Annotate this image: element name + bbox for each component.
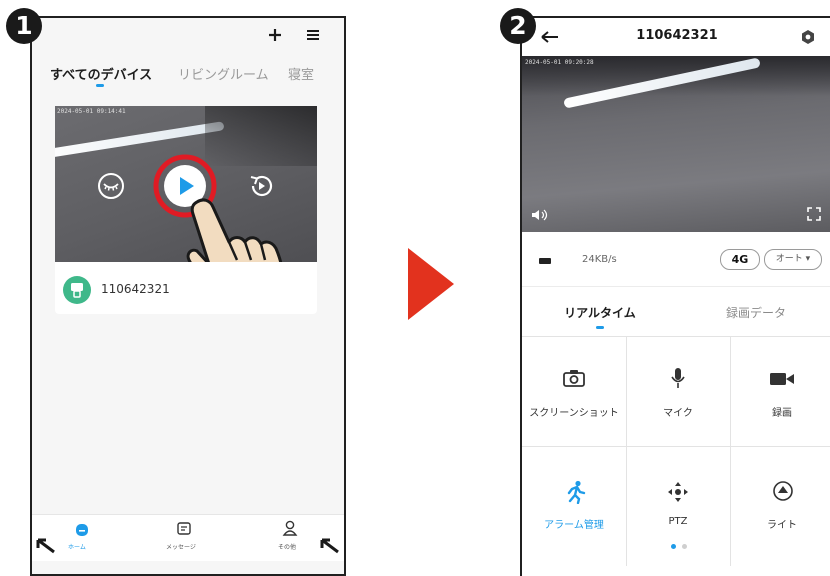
speaker-icon[interactable] bbox=[530, 208, 552, 222]
camera-device-icon bbox=[71, 283, 83, 298]
tile-microphone[interactable]: マイク bbox=[626, 404, 730, 419]
tile-screenshot[interactable]: スクリーンショット bbox=[522, 404, 626, 419]
network-label: 4G bbox=[731, 253, 749, 266]
step-2-badge: 2 bbox=[500, 8, 536, 44]
step-1-number: 1 bbox=[15, 11, 33, 40]
live-video[interactable]: 2024-05-01 09:20:28 bbox=[522, 56, 830, 232]
tab-living-room[interactable]: リビングルーム bbox=[178, 64, 269, 83]
tab-recordings[interactable]: 録画データ bbox=[678, 304, 830, 321]
tile-light[interactable]: ライト bbox=[730, 516, 830, 531]
quality-label: オート bbox=[775, 254, 803, 264]
realtime-indicator bbox=[596, 326, 604, 329]
step-1-badge: 1 bbox=[6, 8, 42, 44]
device-name[interactable]: 110642321 bbox=[101, 282, 170, 296]
tap-hand-icon bbox=[186, 198, 283, 262]
running-person-icon[interactable] bbox=[564, 480, 586, 504]
battery-icon bbox=[539, 258, 551, 264]
message-icon[interactable] bbox=[176, 521, 192, 537]
sleep-eye-icon[interactable] bbox=[97, 172, 125, 200]
plus-icon[interactable] bbox=[268, 28, 282, 42]
camera-icon[interactable] bbox=[562, 368, 586, 388]
ptz-arrows-icon[interactable] bbox=[666, 480, 690, 504]
nav-home[interactable]: ホーム bbox=[68, 542, 86, 551]
page-dot bbox=[682, 544, 687, 549]
device-title: 110642321 bbox=[636, 28, 718, 43]
ceiling-shadow bbox=[205, 106, 317, 166]
callout-arrow-left bbox=[36, 538, 55, 554]
page-dot-active bbox=[671, 544, 676, 549]
bitrate: 24KB/s bbox=[582, 254, 617, 265]
microphone-icon[interactable] bbox=[669, 366, 687, 390]
light-beam bbox=[55, 121, 225, 160]
tile-record[interactable]: 録画 bbox=[730, 404, 830, 419]
network-badge: 4G bbox=[720, 249, 760, 270]
grid-col-1 bbox=[626, 336, 627, 566]
live-timestamp: 2024-05-01 09:20:28 bbox=[525, 59, 594, 66]
light-icon[interactable] bbox=[772, 480, 794, 502]
tab-bedroom[interactable]: 寝室 bbox=[288, 64, 314, 83]
grid-top bbox=[522, 336, 830, 337]
next-step-arrow bbox=[408, 248, 454, 320]
person-icon[interactable] bbox=[282, 519, 298, 537]
nav-message[interactable]: メッセージ bbox=[166, 542, 196, 551]
divider bbox=[522, 286, 830, 287]
tab-realtime[interactable]: リアルタイム bbox=[522, 304, 678, 321]
settings-icon[interactable] bbox=[800, 29, 816, 45]
quality-dropdown[interactable]: オート ▾ bbox=[764, 249, 822, 270]
fullscreen-icon[interactable] bbox=[806, 206, 822, 222]
tile-ptz[interactable]: PTZ bbox=[626, 516, 730, 527]
grid-mid bbox=[522, 446, 830, 447]
grid-col-2 bbox=[730, 336, 731, 566]
step-2-number: 2 bbox=[509, 11, 527, 40]
device-avatar bbox=[63, 276, 91, 304]
camera-preview[interactable]: 2024-05-01 09:14:41 bbox=[55, 106, 317, 262]
live-view-screen: 110642321 2024-05-01 09:20:28 24KB/s 4G … bbox=[520, 16, 830, 576]
menu-icon[interactable] bbox=[306, 29, 320, 41]
home-screen: すべてのデバイス リビングルーム 寝室 2024-05-01 09:14:41 bbox=[30, 16, 346, 576]
tab-active-indicator bbox=[96, 84, 104, 87]
tile-alarm[interactable]: アラーム管理 bbox=[522, 516, 626, 531]
home-icon[interactable] bbox=[74, 521, 90, 537]
nav-other[interactable]: その他 bbox=[278, 542, 296, 551]
video-record-icon[interactable] bbox=[768, 370, 796, 388]
device-card[interactable]: 2024-05-01 09:14:41 110642321 bbox=[55, 106, 317, 314]
callout-arrow-right bbox=[320, 538, 339, 554]
tab-all-devices[interactable]: すべてのデバイス bbox=[50, 64, 152, 83]
preview-timestamp: 2024-05-01 09:14:41 bbox=[57, 108, 126, 115]
